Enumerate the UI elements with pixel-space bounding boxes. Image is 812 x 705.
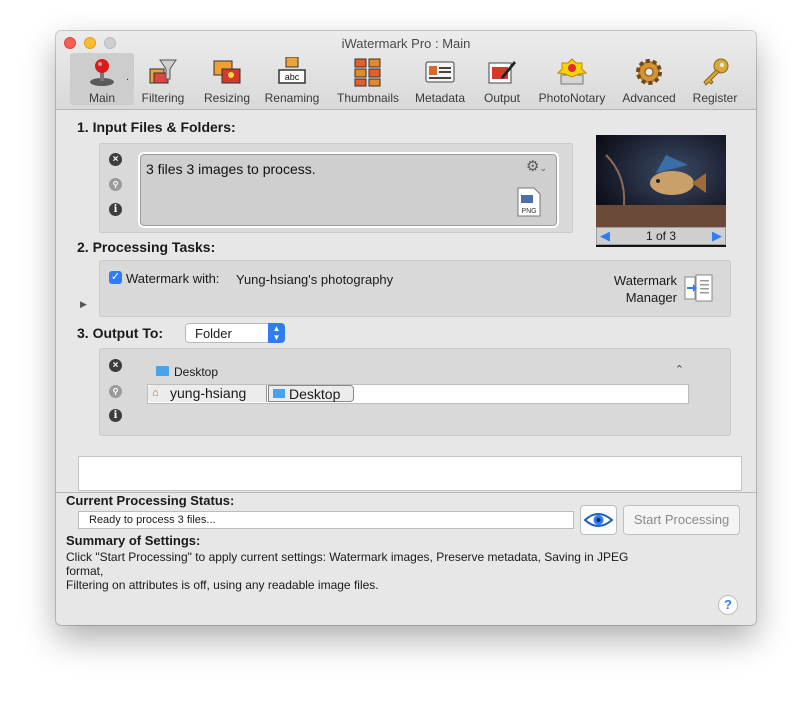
watermark-manager-icon[interactable]	[684, 274, 714, 302]
toolbar-renaming-tab[interactable]: abc Renaming	[264, 53, 320, 105]
toolbar-register-label: Register	[692, 91, 738, 105]
toolbar: iWatermark Pro : Main . Main . Filtering	[56, 31, 756, 110]
toolbar-photonotary-label: PhotoNotary	[538, 91, 606, 105]
disclosure-triangle-icon[interactable]: ▶	[80, 299, 87, 310]
id-card-icon	[425, 61, 455, 83]
window-title: iWatermark Pro : Main	[341, 36, 471, 51]
desktop-folder-icon	[273, 389, 285, 398]
remove-files-icon[interactable]: ×	[109, 153, 122, 166]
status-heading: Current Processing Status:	[66, 493, 235, 508]
output-destination-value: Folder	[195, 326, 232, 341]
remove-output-icon[interactable]: ×	[109, 359, 122, 372]
output-destination-select[interactable]: Folder ▲ ▼	[185, 323, 285, 343]
gear-icon	[636, 59, 662, 85]
help-button[interactable]: ?	[718, 595, 738, 615]
gear-menu-icon[interactable]: ⚙⌄	[526, 157, 547, 175]
watermark-manager-line2: Manager	[625, 290, 677, 305]
tasks-section-heading: 2. Processing Tasks:	[77, 239, 216, 255]
summary-line-1: Click "Start Processing" to apply curren…	[66, 550, 629, 564]
status-message: Ready to process 3 files...	[78, 511, 574, 529]
png-file-icon: PNG	[517, 187, 541, 217]
rename-abc-text: abc	[285, 72, 300, 82]
toolbar-main-label: Main	[88, 91, 115, 105]
select-arrows-icon: ▲ ▼	[268, 323, 285, 343]
thumbnails-grid-icon	[354, 58, 381, 87]
watermark-checkbox-label: Watermark with:	[126, 271, 220, 286]
summary-line-3: Filtering on attributes is off, using an…	[66, 578, 379, 592]
preview-eye-button[interactable]	[580, 505, 617, 535]
toolbar-advanced-tab[interactable]: Advanced	[618, 53, 680, 105]
input-section-heading: 1. Input Files & Folders:	[77, 119, 236, 135]
home-icon: ⌂	[152, 387, 159, 399]
eye-icon	[583, 513, 614, 527]
folder-popup-label: Desktop	[174, 365, 219, 379]
toolbar-metadata-tab[interactable]: Metadata	[412, 53, 468, 105]
notary-seal-icon	[557, 58, 587, 85]
fish-photo-preview	[596, 135, 726, 227]
folder-icon	[156, 366, 169, 376]
start-processing-button[interactable]: Start Processing	[623, 505, 740, 535]
chevron-updown-icon: ⌃	[674, 364, 684, 376]
summary-heading: Summary of Settings:	[66, 533, 201, 548]
preview-counter: 1 of 3	[645, 229, 677, 243]
preview-navigation: ◀ 1 of 3 ▶	[596, 227, 726, 245]
next-image-button[interactable]: ▶	[712, 228, 722, 244]
toolbar-separator-dot: .	[126, 71, 130, 83]
funnel-icon	[149, 59, 177, 84]
path-crumb-home-label: yung-hsiang	[170, 385, 247, 401]
summary-line-2: format,	[66, 564, 104, 578]
path-crumb-desktop[interactable]: Desktop	[268, 385, 354, 402]
toolbar-resizing-tab[interactable]: Resizing	[200, 53, 254, 105]
path-crumb-desktop-label: Desktop	[289, 386, 341, 402]
watermark-checkbox[interactable]: ✓	[109, 271, 122, 284]
resize-photos-icon	[213, 60, 241, 84]
joystick-icon	[90, 59, 114, 86]
toolbar-renaming-label: Renaming	[264, 91, 320, 105]
toolbar-filtering-label: Filtering	[141, 91, 185, 105]
toolbar-thumbnails-tab[interactable]: Thumbnails	[336, 53, 400, 105]
toolbar-output-tab[interactable]: Output	[476, 53, 528, 105]
watermark-manager-line1: Watermark	[613, 273, 677, 288]
main-window: iWatermark Pro : Main . Main . Filtering	[56, 31, 756, 625]
info-output-icon[interactable]: i	[109, 409, 122, 422]
toolbar-thumbnails-label: Thumbnails	[336, 91, 400, 105]
png-file-label: PNG	[521, 208, 536, 215]
toolbar-resizing-label: Resizing	[203, 91, 251, 105]
toolbar-advanced-label: Advanced	[622, 91, 676, 105]
toolbar-main-tab[interactable]: Main	[70, 53, 134, 105]
folder-popup[interactable]: Desktop ⌃	[152, 364, 686, 380]
toolbar-output-label: Output	[483, 91, 521, 105]
toolbar-metadata-label: Metadata	[414, 91, 466, 105]
info-files-icon[interactable]: i	[109, 203, 122, 216]
summary-text: Click "Start Processing" to apply curren…	[66, 550, 646, 592]
watermark-name: Yung-hsiang's photography	[236, 272, 394, 287]
toolbar-filtering-tab[interactable]: Filtering	[136, 53, 190, 105]
input-files-drop-area[interactable]: 3 files 3 images to process. ⚙⌄ PNG	[138, 152, 559, 228]
output-path-bar: ⌂ yung-hsiang Desktop	[147, 384, 689, 404]
toolbar-photonotary-tab[interactable]: PhotoNotary	[536, 53, 608, 105]
output-section-heading: 3. Output To:	[77, 325, 164, 341]
input-files-status: 3 files 3 images to process.	[146, 161, 316, 177]
toolbar-register-tab[interactable]: Register	[686, 53, 744, 105]
search-output-icon[interactable]: ⚲	[109, 385, 122, 398]
key-icon	[703, 58, 729, 86]
search-files-icon[interactable]: ⚲	[109, 178, 122, 191]
output-pen-icon	[488, 61, 516, 84]
rename-abc-icon: abc	[278, 57, 306, 84]
processing-log[interactable]	[78, 456, 742, 491]
path-crumb-home[interactable]: ⌂ yung-hsiang	[148, 385, 267, 402]
watermark-manager-label[interactable]: Watermark Manager	[601, 272, 677, 306]
